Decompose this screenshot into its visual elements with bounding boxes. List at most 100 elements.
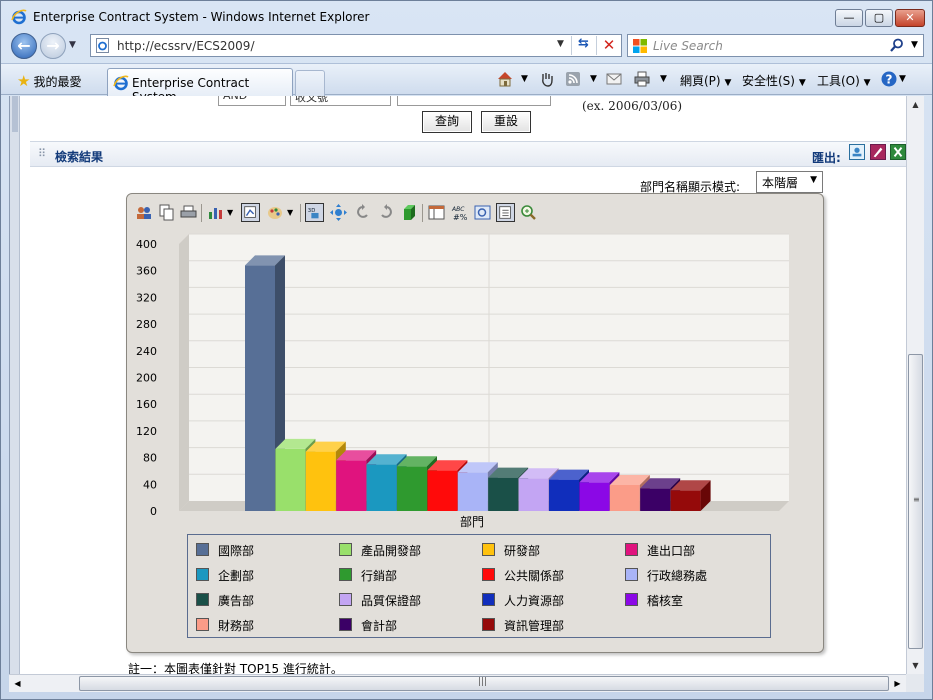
- page-frame: AND 收文號 (ex. 2006/03/06) 查詢 重設 ⠿ 檢索結果 匯出…: [10, 96, 906, 674]
- legend-swatch: [339, 568, 352, 581]
- scroll-right-icon[interactable]: ▶: [889, 675, 906, 692]
- legend-label: 品質保證部: [361, 594, 422, 608]
- keyword-input[interactable]: [397, 96, 551, 106]
- mail-icon[interactable]: [605, 70, 623, 88]
- legend-label: 稽核室: [647, 594, 684, 608]
- bar-front: [366, 464, 397, 511]
- browser-window: Enterprise Contract System - Windows Int…: [0, 0, 933, 700]
- home-dropdown-icon[interactable]: ▼: [521, 74, 528, 84]
- ie-logo-icon: [11, 9, 27, 25]
- horizontal-scrollbar[interactable]: ◀ ||| ▶: [9, 674, 906, 692]
- tools-menu[interactable]: 工具(O) ▼: [817, 72, 871, 89]
- bar-front: [245, 265, 275, 511]
- legend-label: 人力資源部: [504, 594, 565, 608]
- query-button[interactable]: 查詢: [422, 111, 472, 133]
- page-menu-label: 網頁(P): [680, 74, 721, 88]
- title-bar: Enterprise Contract System - Windows Int…: [1, 1, 932, 31]
- tab-enterprise-contract-system[interactable]: Enterprise Contract System: [107, 68, 293, 104]
- export-excel-icon[interactable]: [890, 144, 906, 160]
- back-button[interactable]: ←: [11, 33, 37, 59]
- chart-side-wall: [179, 234, 189, 511]
- search-icon[interactable]: [889, 37, 905, 53]
- scroll-down-icon[interactable]: ▼: [907, 657, 924, 674]
- dept-mode-select[interactable]: 本階層 ▼: [756, 171, 823, 193]
- print-dropdown-icon[interactable]: ▼: [660, 74, 667, 84]
- export-pdf-icon[interactable]: [870, 144, 886, 160]
- field-select[interactable]: 收文號: [290, 96, 391, 106]
- forward-button[interactable]: →: [40, 33, 66, 59]
- left-strip-thumb[interactable]: [12, 96, 18, 132]
- help-dropdown-icon[interactable]: ▼: [899, 74, 906, 84]
- chart-footnote: 註一：本圖表僅針對 TOP15 進行統計。: [128, 662, 343, 674]
- bar-front: [640, 488, 671, 511]
- hand-icon[interactable]: [538, 70, 556, 88]
- tools-menu-label: 工具(O): [817, 74, 860, 88]
- new-tab-button[interactable]: [295, 70, 325, 96]
- svg-text:?: ?: [886, 73, 893, 87]
- bar-front: [579, 482, 610, 511]
- legend-swatch: [482, 593, 495, 606]
- legend-swatch: [339, 618, 352, 631]
- export-image-icon[interactable]: [849, 144, 865, 160]
- scrollbar-corner: [906, 674, 924, 692]
- page-menu-caret-icon: ▼: [724, 78, 732, 88]
- y-tick-label: 240: [136, 345, 157, 358]
- favorites-button[interactable]: ★ 我的最愛: [17, 72, 81, 90]
- page-menu[interactable]: 網頁(P) ▼: [680, 72, 731, 89]
- legend-label: 公共關係部: [504, 569, 565, 583]
- dept-mode-value: 本階層: [762, 176, 799, 190]
- legend-swatch: [625, 568, 638, 581]
- y-tick-label: 40: [143, 478, 157, 491]
- dept-mode-caret-icon: ▼: [810, 175, 817, 185]
- close-button[interactable]: ✕: [895, 9, 925, 27]
- feeds-dropdown-icon[interactable]: ▼: [590, 74, 597, 84]
- window-title: Enterprise Contract System - Windows Int…: [33, 10, 370, 24]
- legend-label: 產品開發部: [361, 544, 422, 558]
- maximize-button[interactable]: ▢: [865, 9, 893, 27]
- stop-icon[interactable]: ✕: [596, 36, 621, 55]
- print-icon[interactable]: [633, 70, 651, 88]
- search-dropdown-icon[interactable]: ▼: [911, 40, 918, 50]
- address-dropdown-icon[interactable]: ▼: [557, 39, 564, 49]
- search-input[interactable]: Live Search: [653, 39, 723, 53]
- bar-front: [518, 478, 549, 511]
- legend-label: 國際部: [218, 544, 255, 558]
- help-icon[interactable]: ?: [880, 70, 898, 88]
- reset-button[interactable]: 重設: [481, 111, 531, 133]
- drag-grip-icon[interactable]: ⠿: [38, 147, 46, 160]
- search-box[interactable]: Live Search ▼: [627, 34, 924, 57]
- home-icon[interactable]: [496, 70, 514, 88]
- vertical-scroll-thumb[interactable]: ≡: [908, 354, 923, 649]
- bar-front: [275, 448, 306, 511]
- legend-swatch: [625, 593, 638, 606]
- scroll-up-icon[interactable]: ▲: [907, 96, 924, 113]
- vertical-scrollbar[interactable]: ▲ ≡ ▼: [906, 96, 924, 674]
- operator-select[interactable]: AND: [218, 96, 286, 106]
- legend-swatch: [625, 543, 638, 556]
- x-axis-label: 部門: [460, 514, 484, 529]
- legend-swatch: [196, 543, 209, 556]
- legend-label: 行政總務處: [647, 569, 708, 583]
- bar-front: [305, 451, 336, 511]
- feeds-icon[interactable]: [564, 70, 582, 88]
- safety-menu[interactable]: 安全性(S) ▼: [742, 72, 806, 89]
- legend-label: 行銷部: [361, 569, 398, 583]
- bar-front: [549, 479, 579, 511]
- page-viewport: AND 收文號 (ex. 2006/03/06) 查詢 重設 ⠿ 檢索結果 匯出…: [9, 96, 906, 674]
- history-dropdown-icon[interactable]: ▼: [69, 40, 76, 50]
- safety-menu-caret-icon: ▼: [798, 78, 806, 88]
- windows-logo-icon: [633, 39, 647, 53]
- horizontal-scroll-thumb[interactable]: |||: [79, 676, 889, 691]
- page-content: AND 收文號 (ex. 2006/03/06) 查詢 重設 ⠿ 檢索結果 匯出…: [20, 96, 906, 674]
- legend-label: 企劃部: [218, 569, 255, 583]
- address-bar[interactable]: http://ecssrv/ECS2009/ ▼ ⇆ ✕: [90, 34, 622, 57]
- legend-swatch: [339, 593, 352, 606]
- scroll-left-icon[interactable]: ◀: [9, 675, 26, 692]
- address-url[interactable]: http://ecssrv/ECS2009/: [117, 39, 254, 53]
- y-tick-label: 80: [143, 452, 157, 465]
- refresh-icon[interactable]: ⇆: [571, 36, 595, 55]
- legend-swatch: [196, 618, 209, 631]
- minimize-button[interactable]: —: [835, 9, 863, 27]
- date-format-hint: (ex. 2006/03/06): [582, 99, 683, 113]
- hscroll-grip-icon: |||: [478, 677, 488, 687]
